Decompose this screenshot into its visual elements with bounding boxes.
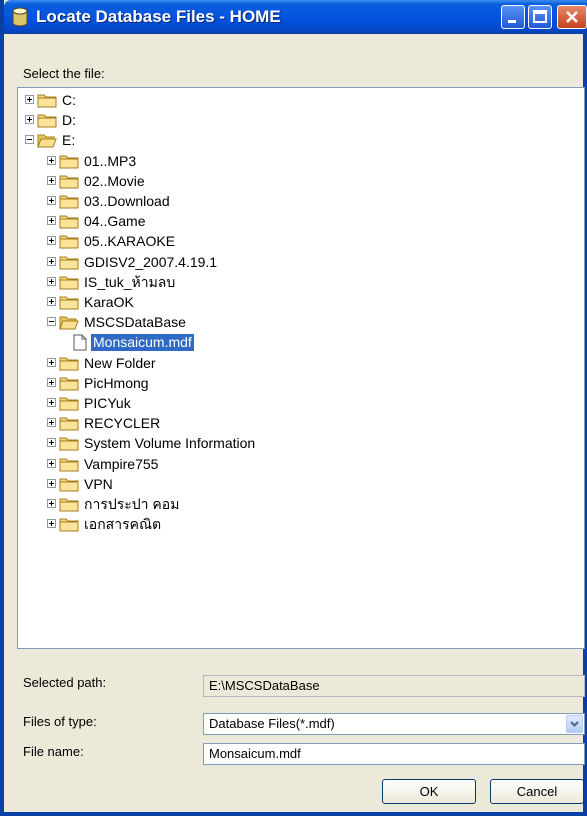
expand-icon[interactable]: [47, 256, 56, 266]
expand-icon[interactable]: [47, 175, 56, 185]
folder-icon: [59, 497, 79, 512]
expand-icon[interactable]: [47, 499, 56, 508]
folder-icon: [59, 255, 79, 270]
expand-icon[interactable]: [47, 216, 56, 226]
folder-icon: [59, 356, 79, 371]
folder-icon: [59, 154, 79, 169]
tree-node-label[interactable]: RECYCLER: [82, 415, 162, 432]
folder-tree[interactable]: C: D: E: 01..MP3 02..Movie 03..Download 04..Ga…: [17, 87, 585, 649]
maximize-icon: [533, 10, 547, 23]
tree-node-label[interactable]: VPN: [82, 476, 115, 493]
tree-node-label[interactable]: C:: [60, 92, 78, 109]
expand-icon[interactable]: [47, 196, 56, 205]
database-icon: [12, 7, 28, 27]
tree-node-label[interactable]: E:: [60, 132, 77, 149]
file-name-input[interactable]: Monsaicum.mdf: [203, 743, 585, 765]
folder-open-icon: [59, 315, 79, 330]
tree-node-label[interactable]: 05..KARAOKE: [82, 233, 177, 250]
selected-path-field: E:\MSCSDataBase: [203, 675, 585, 697]
chevron-down-icon: [570, 721, 579, 727]
expand-icon[interactable]: [47, 458, 56, 468]
file-icon: [73, 334, 87, 351]
folder-icon: [59, 457, 79, 472]
tree-node-label[interactable]: IS_tuk_ห้ามลบ: [82, 274, 177, 291]
tree-node-label[interactable]: 02..Movie: [82, 173, 147, 190]
maximize-button[interactable]: [528, 5, 552, 29]
tree-node-label[interactable]: 04..Game: [82, 213, 147, 230]
title-bar[interactable]: Locate Database Files - HOME: [4, 0, 587, 34]
ok-button[interactable]: OK: [382, 779, 476, 804]
expand-icon[interactable]: [25, 115, 34, 125]
expand-icon[interactable]: [25, 95, 34, 104]
minimize-button[interactable]: [501, 5, 525, 29]
expand-icon[interactable]: [47, 377, 56, 387]
expand-icon[interactable]: [47, 357, 56, 367]
folder-icon: [59, 295, 79, 310]
close-button[interactable]: [557, 5, 587, 29]
expand-icon[interactable]: [47, 236, 56, 246]
expand-icon[interactable]: [47, 418, 56, 428]
expand-icon[interactable]: [47, 398, 56, 407]
tree-node-label[interactable]: 01..MP3: [82, 153, 138, 170]
folder-icon: [59, 477, 79, 492]
minimize-icon: [508, 20, 516, 23]
tree-node-label[interactable]: Vampire755: [82, 456, 160, 473]
expand-icon[interactable]: [47, 297, 56, 306]
tree-node-label[interactable]: PICYuk: [82, 395, 133, 412]
selected-path-label: Selected path:: [23, 675, 107, 690]
collapse-icon[interactable]: [25, 135, 34, 145]
files-of-type-value: Database Files(*.mdf): [209, 716, 335, 731]
close-icon: [566, 11, 578, 23]
select-file-label: Select the file:: [23, 66, 105, 81]
tree-node-label[interactable]: 03..Download: [82, 193, 172, 210]
tree-node-label[interactable]: KaraOK: [82, 294, 136, 311]
folder-icon: [59, 396, 79, 411]
expand-icon[interactable]: [47, 155, 56, 165]
folder-icon: [59, 416, 79, 431]
tree-node-label[interactable]: New Folder: [82, 355, 158, 372]
folder-icon: [59, 436, 79, 451]
folder-icon: [59, 234, 79, 249]
folder-icon: [37, 113, 57, 128]
file-name-label: File name:: [23, 744, 84, 759]
expand-icon[interactable]: [47, 478, 56, 488]
tree-node-label[interactable]: D:: [60, 112, 78, 129]
folder-icon: [59, 376, 79, 391]
folder-open-icon: [37, 133, 57, 148]
tree-node-label[interactable]: PicHmong: [82, 375, 151, 392]
tree-node-label[interactable]: การประปา คอม: [82, 496, 181, 513]
expand-icon[interactable]: [47, 438, 56, 448]
folder-icon: [37, 93, 57, 108]
cancel-button[interactable]: Cancel: [490, 779, 584, 804]
folder-icon: [59, 194, 79, 209]
tree-node-label[interactable]: System Volume Information: [82, 435, 257, 452]
folder-icon: [59, 174, 79, 189]
tree-node-label[interactable]: เอกสารคณิต: [82, 516, 163, 533]
tree-node-label[interactable]: GDISV2_2007.4.19.1: [82, 254, 219, 271]
files-of-type-dropdown-button[interactable]: [566, 715, 583, 733]
locate-database-files-dialog: Locate Database Files - HOME Select the …: [0, 0, 587, 816]
files-of-type-select[interactable]: Database Files(*.mdf): [203, 713, 585, 735]
tree-node-label[interactable]: MSCSDataBase: [82, 314, 188, 331]
folder-icon: [59, 214, 79, 229]
files-of-type-label: Files of type:: [23, 714, 97, 729]
expand-icon[interactable]: [47, 276, 56, 286]
collapse-icon[interactable]: [47, 317, 56, 327]
folder-icon: [59, 517, 79, 532]
tree-node-label[interactable]: Monsaicum.mdf: [91, 334, 194, 352]
window-title: Locate Database Files - HOME: [36, 7, 281, 26]
expand-icon[interactable]: [47, 519, 56, 529]
folder-icon: [59, 275, 79, 290]
